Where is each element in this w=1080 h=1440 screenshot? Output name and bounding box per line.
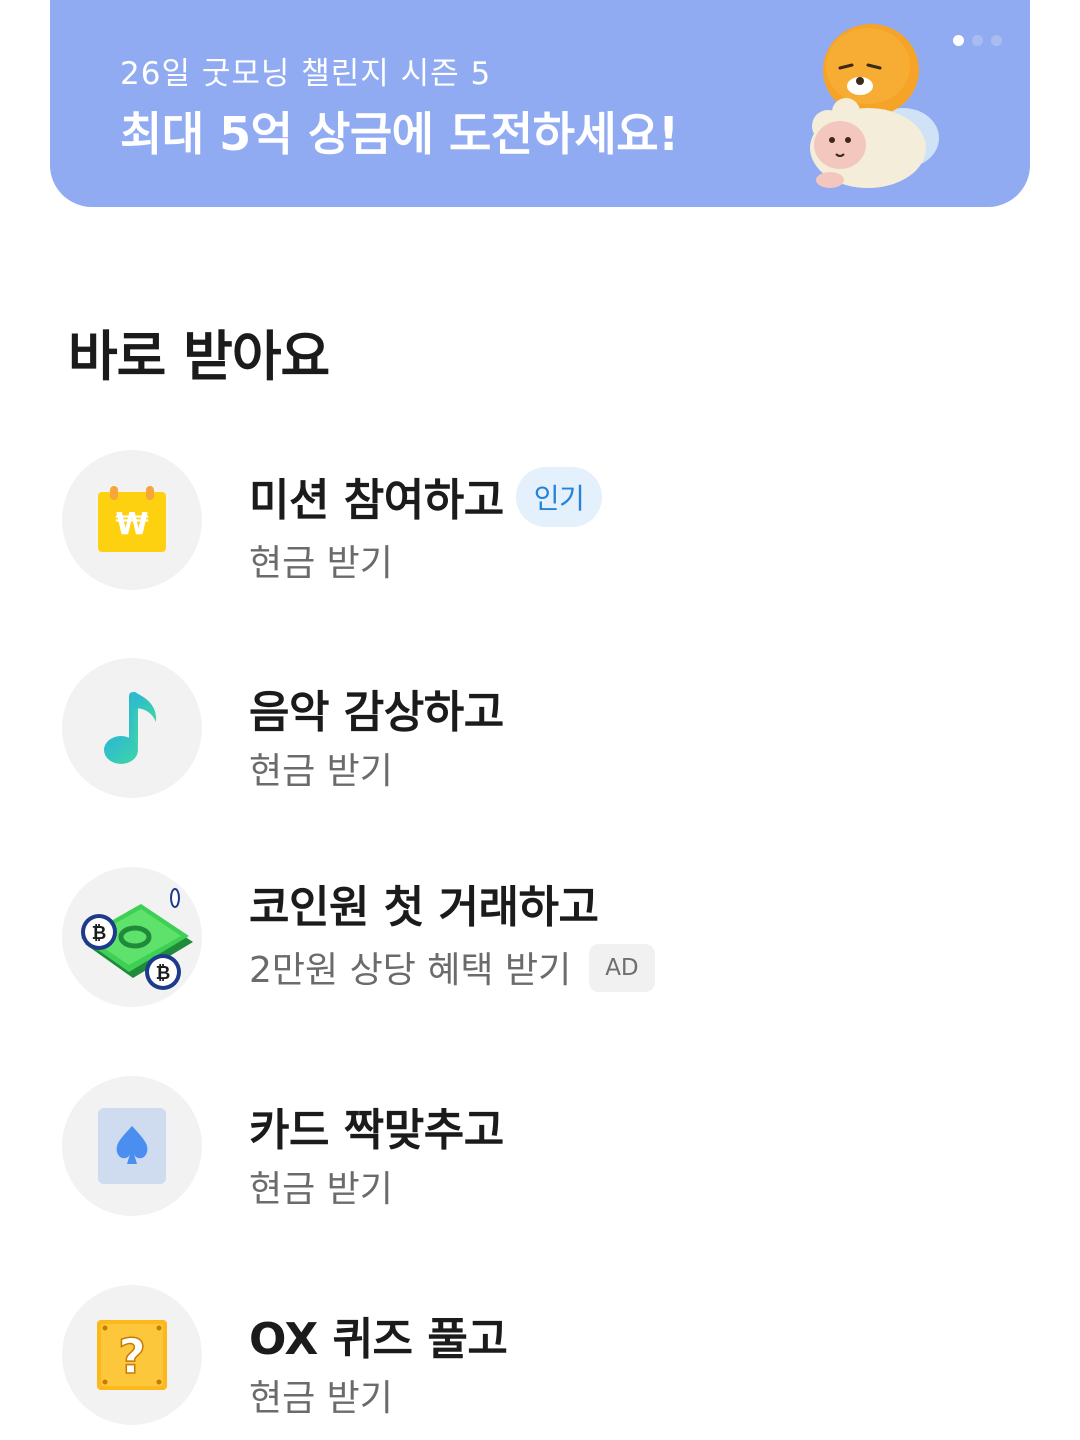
indicator-dot [972,35,983,46]
question-block-icon: ? [97,1320,167,1390]
reward-item-coinone[interactable]: ₿ ₿ 코인원 첫 거래하고 2만원 상당 혜택 받기 AD [62,867,1022,1007]
reward-subtitle: 현금 받기 [249,1169,393,1210]
reward-subtitle: 현금 받기 [249,751,393,792]
svg-text:₿: ₿ [156,963,171,984]
reward-icon-circle: ₩ [62,450,202,590]
banner-title: 최대 5억 상금에 도전하세요! [120,107,679,161]
reward-icon-circle [62,1076,202,1216]
lion-sheep-character-icon [810,24,939,188]
reward-title: 카드 짝맞추고 [249,1105,504,1156]
ad-badge: AD [589,944,655,992]
svg-text:₿: ₿ [92,923,107,944]
reward-subtitle: 현금 받기 [249,543,393,584]
reward-subtitle: 현금 받기 [249,1378,393,1419]
reward-icon-circle: ₿ ₿ [62,867,202,1007]
banner-page-indicator [953,35,1002,46]
svg-text:?: ? [118,1329,146,1385]
reward-title: OX 퀴즈 풀고 [249,1314,508,1365]
reward-icon-circle: ? [62,1285,202,1425]
reward-title: 미션 참여하고 인기 [249,464,603,533]
coin-cash-icon: ₿ ₿ [81,888,193,990]
reward-item-mission[interactable]: ₩ 미션 참여하고 인기 현금 받기 [62,450,1022,590]
challenge-banner[interactable]: 26일 굿모닝 챌린지 시즌 5 최대 5억 상금에 도전하세요! [50,0,1030,207]
rewards-page: 26일 굿모닝 챌린지 시즌 5 최대 5억 상금에 도전하세요! 바로 받아요… [0,0,1080,1440]
reward-item-music[interactable]: 음악 감상하고 현금 받기 [62,658,1022,798]
indicator-dot-active [953,35,964,46]
spade-card-icon [98,1108,166,1184]
calendar-won-icon: ₩ [98,486,166,552]
music-note-icon [104,692,157,764]
section-title: 바로 받아요 [68,325,330,388]
reward-title: 코인원 첫 거래하고 [249,882,599,933]
reward-item-card-match[interactable]: 카드 짝맞추고 현금 받기 [62,1076,1022,1216]
reward-icon-circle [62,658,202,798]
popular-badge: 인기 [515,467,603,527]
reward-subtitle: 2만원 상당 혜택 받기 AD [249,941,655,996]
banner-subtitle: 26일 굿모닝 챌린지 시즌 5 [120,56,492,92]
reward-title: 음악 감상하고 [249,687,504,738]
svg-text:₩: ₩ [115,507,148,542]
reward-item-ox-quiz[interactable]: ? OX 퀴즈 풀고 현금 받기 [62,1285,1022,1425]
indicator-dot [991,35,1002,46]
